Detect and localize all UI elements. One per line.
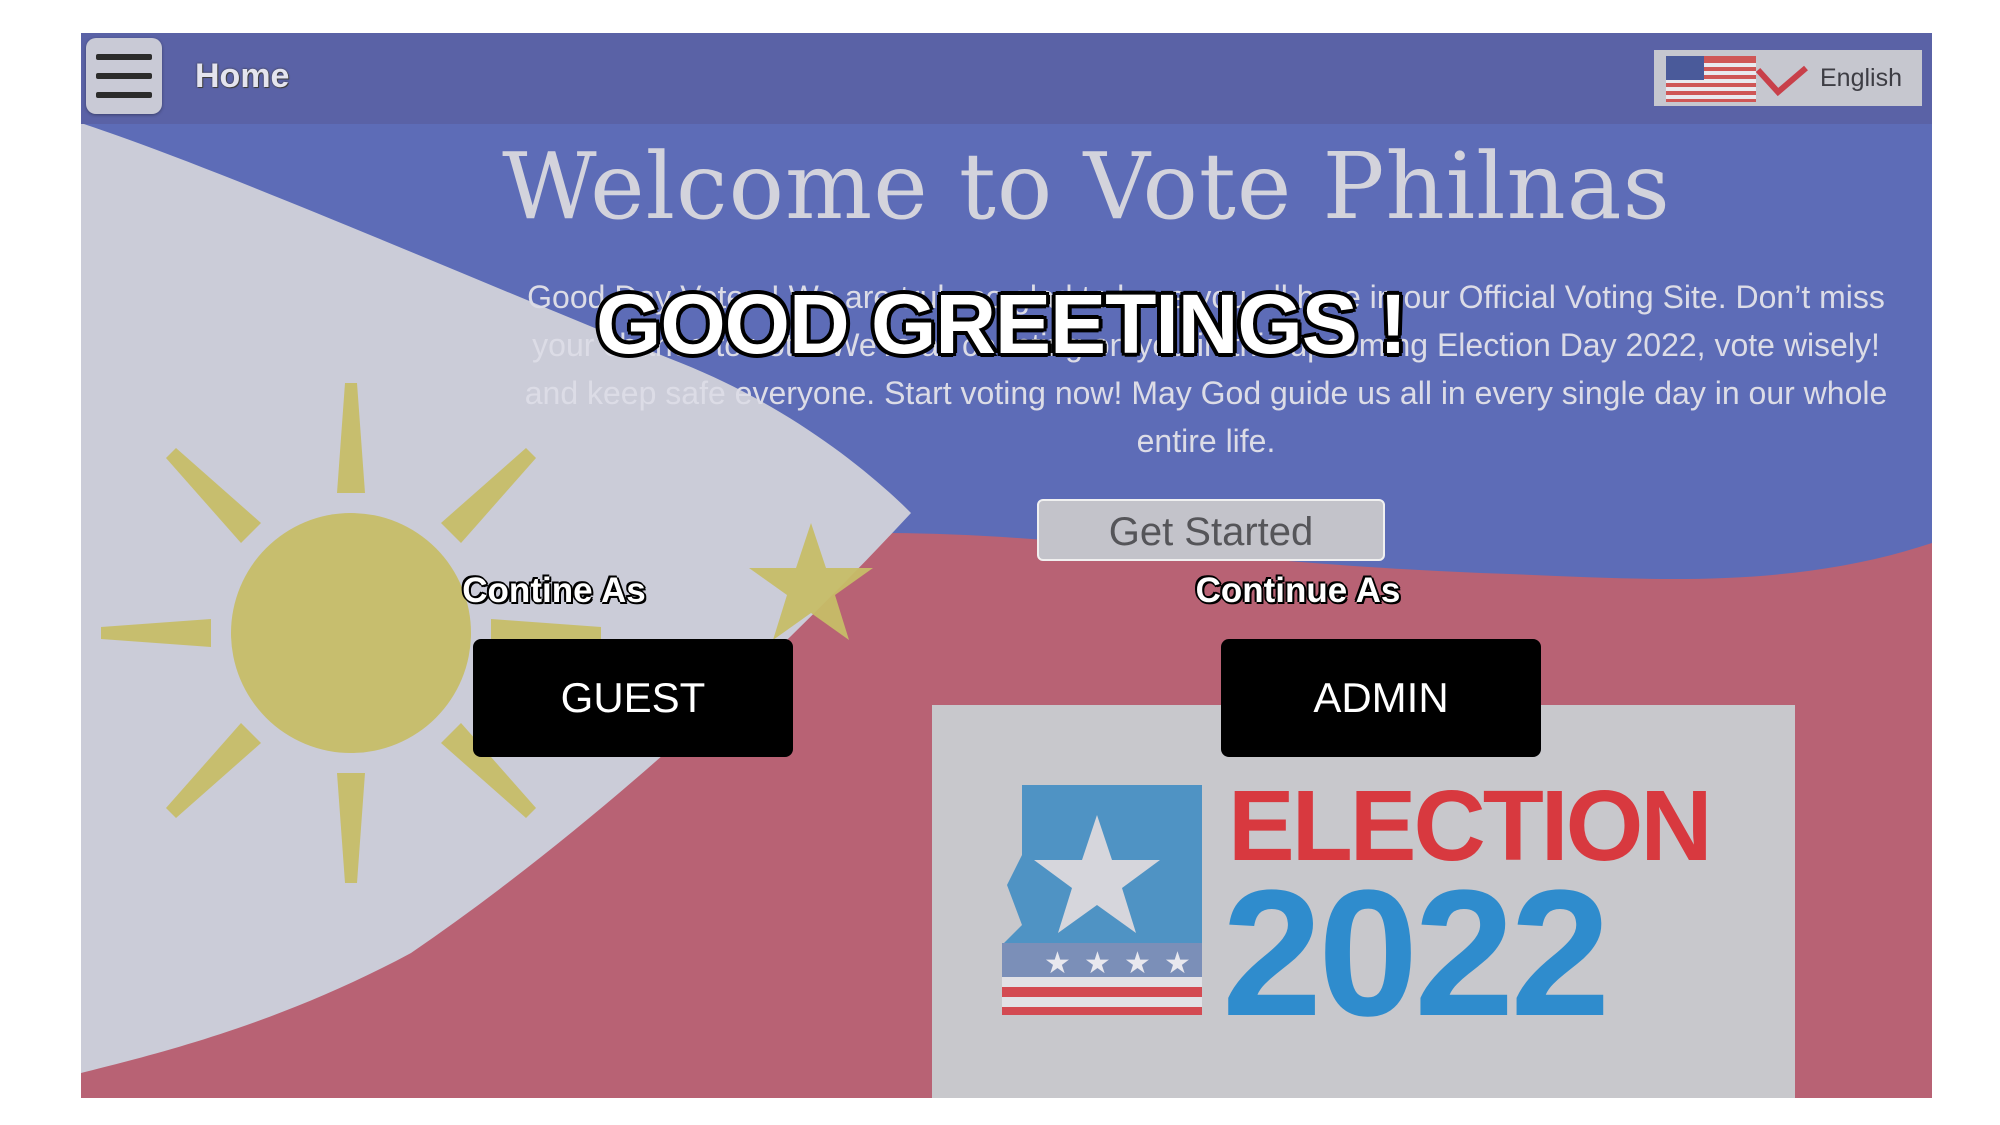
svg-text:★: ★ <box>1044 946 1071 981</box>
us-flag-icon <box>1666 56 1756 102</box>
election-year: 2022 <box>1222 853 1606 1054</box>
svg-text:★: ★ <box>1124 946 1151 981</box>
get-started-button[interactable]: Get Started <box>1037 499 1385 561</box>
guest-button[interactable]: GUEST <box>473 639 793 757</box>
language-selector[interactable]: English <box>1654 50 1922 106</box>
guest-caption: Contine As <box>462 571 646 610</box>
greeting-banner: GOOD GREETINGS ! <box>596 277 1407 371</box>
hamburger-menu-icon[interactable] <box>86 38 162 114</box>
svg-text:★: ★ <box>1164 946 1191 981</box>
language-label: English <box>1820 64 1902 92</box>
page-title[interactable]: Home <box>195 57 289 96</box>
welcome-heading: Welcome to Vote Philnas <box>502 133 1671 240</box>
chevron-down-icon <box>1755 65 1808 97</box>
svg-text:★: ★ <box>1084 946 1111 981</box>
admin-caption: Continue As <box>1195 571 1401 610</box>
election-2022-badge: ★ ★ ★ ★ ELECTION 2022 <box>932 705 1795 1098</box>
admin-button[interactable]: ADMIN <box>1221 639 1541 757</box>
app-window: Home English Welcome to Vote Philnas Goo… <box>81 33 1932 1098</box>
top-bar: Home English <box>81 33 1932 124</box>
arizona-star-emblem: ★ ★ ★ ★ <box>1002 785 1202 1015</box>
election-logo-graphic: ★ ★ ★ ★ ELECTION 2022 <box>1002 770 1713 1054</box>
